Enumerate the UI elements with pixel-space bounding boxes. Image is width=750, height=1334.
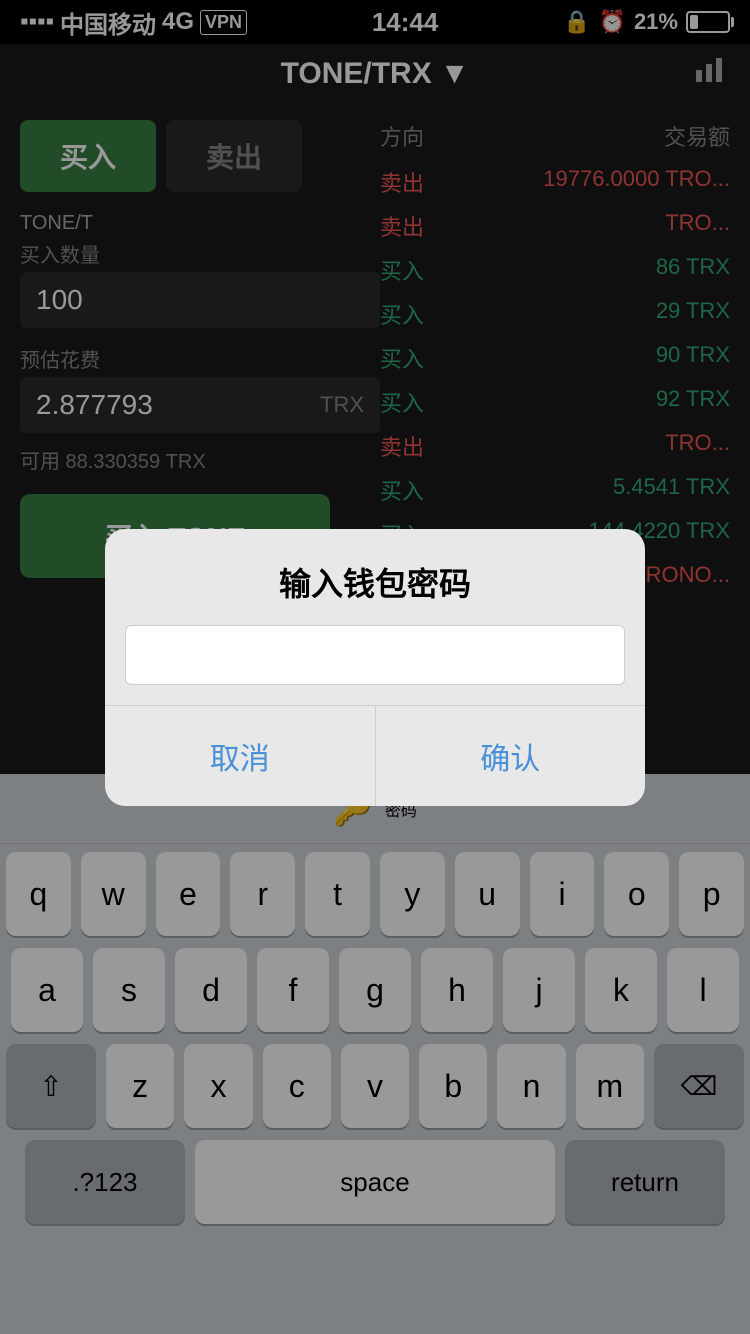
password-input[interactable]: [125, 625, 625, 685]
dialog-input-wrap: [105, 625, 645, 705]
cancel-button[interactable]: 取消: [105, 706, 376, 806]
password-dialog: 输入钱包密码 取消 确认: [105, 529, 645, 806]
confirm-button[interactable]: 确认: [376, 706, 646, 806]
dialog-buttons: 取消 确认: [105, 705, 645, 806]
dialog-overlay: 输入钱包密码 取消 确认: [0, 0, 750, 1334]
dialog-title: 输入钱包密码: [105, 529, 645, 625]
